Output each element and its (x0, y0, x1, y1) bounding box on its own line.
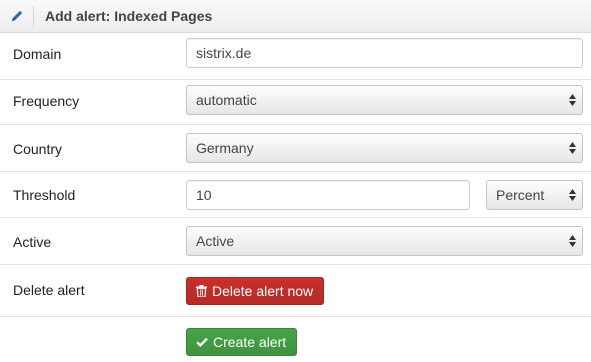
country-row: Country Germany (0, 125, 591, 172)
country-select[interactable]: Germany (186, 133, 583, 163)
frequency-label: Frequency (13, 93, 80, 109)
select-arrows-icon (569, 235, 576, 247)
select-arrows-icon (569, 142, 576, 154)
active-label: Active (13, 234, 52, 250)
country-select-value: Germany (196, 140, 254, 156)
trash-icon (196, 285, 207, 298)
delete-alert-button-label: Delete alert now (212, 283, 314, 299)
create-alert-button-label: Create alert (213, 334, 287, 350)
active-row: Active Active (0, 218, 591, 265)
select-arrows-icon (569, 189, 576, 201)
delete-label: Delete alert (13, 282, 85, 298)
header-divider (33, 6, 34, 27)
active-select[interactable]: Active (186, 226, 583, 256)
domain-row: Domain sistrix.de (0, 33, 591, 80)
panel-title: Add alert: Indexed Pages (45, 8, 213, 24)
panel-header: Add alert: Indexed Pages (0, 0, 591, 33)
threshold-row: Threshold 10 Percent (0, 172, 591, 218)
frequency-select-value: automatic (196, 92, 257, 108)
select-arrows-icon (569, 94, 576, 106)
country-label: Country (13, 141, 63, 157)
checkmark-icon (196, 338, 208, 348)
threshold-label: Threshold (13, 187, 76, 203)
active-select-value: Active (196, 233, 235, 249)
delete-row: Delete alert Delete alert now (0, 265, 591, 317)
threshold-unit-value: Percent (496, 187, 545, 203)
threshold-input[interactable]: 10 (186, 180, 470, 210)
pencil-icon (12, 10, 23, 21)
frequency-select[interactable]: automatic (186, 85, 583, 115)
delete-alert-button[interactable]: Delete alert now (186, 277, 325, 305)
domain-input[interactable]: sistrix.de (186, 38, 583, 68)
domain-label: Domain (13, 46, 62, 62)
frequency-row: Frequency automatic (0, 80, 591, 125)
threshold-unit-select[interactable]: Percent (486, 180, 583, 210)
create-alert-button[interactable]: Create alert (186, 328, 298, 356)
